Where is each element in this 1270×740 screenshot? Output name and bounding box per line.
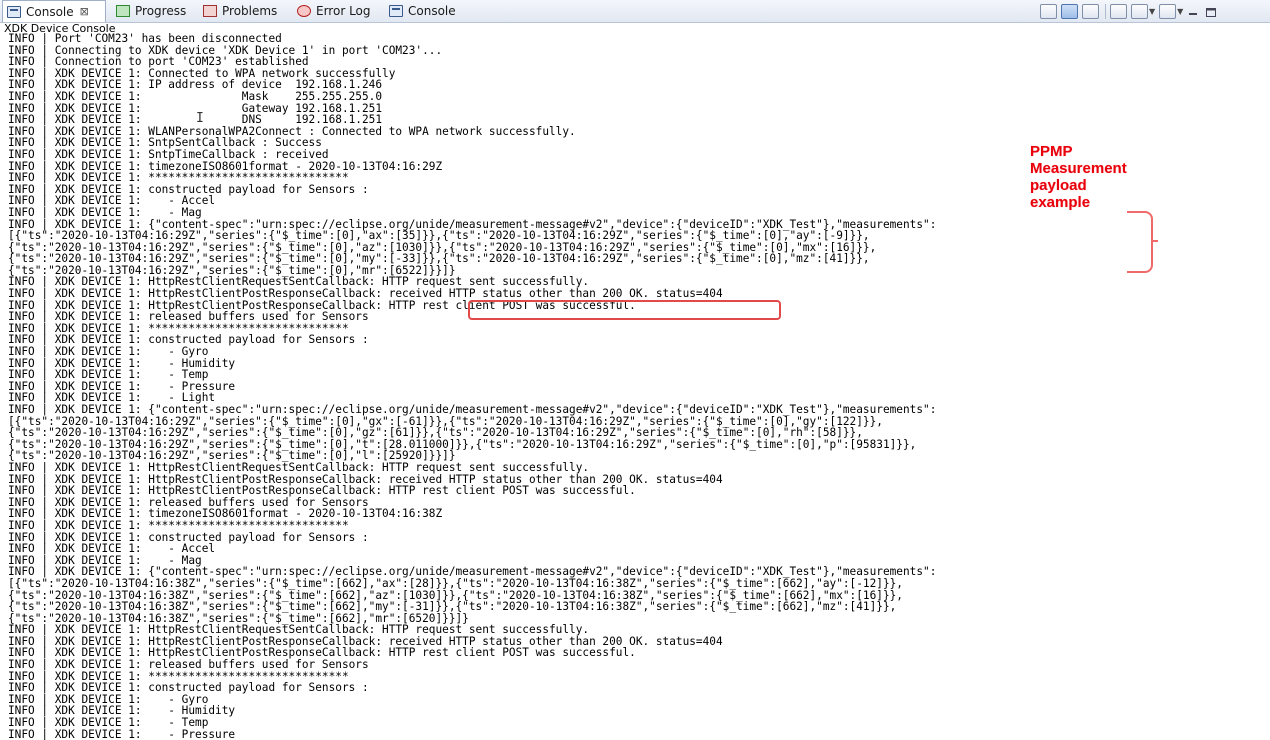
tab-label: Progress	[135, 4, 187, 18]
console-line: [{"ts":"2020-10-13T04:16:38Z","series":{…	[8, 576, 903, 590]
console-line: INFO | XDK DEVICE 1: HttpRestClientPostR…	[8, 287, 723, 301]
tab-console-2[interactable]: Console	[389, 0, 456, 22]
tab-error-log[interactable]: Error Log	[297, 0, 371, 22]
error-log-icon	[297, 5, 311, 17]
scroll-lock-icon[interactable]	[1061, 3, 1078, 19]
chevron-down-icon[interactable]: ▼	[1149, 7, 1155, 16]
view-toolbar: ▼ ▼	[1036, 2, 1219, 20]
tab-progress[interactable]: Progress	[116, 0, 186, 22]
console-icon	[389, 5, 403, 17]
word-wrap-icon[interactable]	[1082, 3, 1099, 19]
console-line: INFO | XDK DEVICE 1: {"content-spec":"ur…	[8, 403, 937, 416]
console-line: INFO | XDK DEVICE 1: HttpRestClientReque…	[8, 460, 590, 474]
tab-label: Console	[408, 4, 456, 18]
toolbar-separator	[1105, 3, 1106, 19]
open-console-icon[interactable]	[1159, 3, 1177, 19]
tab-console[interactable]: Console ⊠	[2, 0, 106, 22]
tab-label: Console	[26, 4, 74, 19]
clear-console-icon[interactable]	[1040, 3, 1057, 19]
text-cursor-icon: I	[196, 111, 204, 126]
minimize-icon[interactable]	[1187, 4, 1201, 19]
tab-label: Problems	[222, 4, 278, 18]
console-line: INFO | XDK DEVICE 1: - Gyro	[8, 345, 209, 359]
pin-console-icon[interactable]	[1110, 3, 1127, 19]
close-icon[interactable]: ⊠	[80, 5, 89, 18]
annotation-label: PPMP Measurement payload example	[1030, 143, 1127, 211]
console-line: INFO | Port 'COM23' has been disconnecte…	[8, 33, 282, 45]
console-line: INFO | XDK DEVICE 1: *******************…	[8, 518, 349, 532]
tab-label: Error Log	[316, 4, 371, 18]
console-line: INFO | XDK DEVICE 1: released buffers us…	[8, 658, 369, 672]
console-line: INFO | XDK DEVICE 1: - Accel	[8, 542, 216, 556]
progress-icon	[116, 5, 130, 17]
chevron-down-icon[interactable]: ▼	[1177, 7, 1183, 16]
console-line: INFO | XDK DEVICE 1: HttpRestClientPostR…	[8, 484, 636, 498]
console-line: INFO | XDK DEVICE 1: - Pressure	[8, 727, 236, 740]
view-tab-bar: Console ⊠ Progress Problems Error Log Co…	[0, 0, 1270, 23]
maximize-icon[interactable]	[1205, 4, 1219, 19]
annotation-highlight-box	[468, 300, 781, 320]
problems-icon	[203, 5, 217, 17]
display-selected-console-icon[interactable]	[1131, 3, 1148, 19]
console-line: INFO | XDK DEVICE 1: Mask 255.255.255.0	[8, 89, 383, 103]
annotation-bracket	[1127, 211, 1158, 273]
console-output[interactable]: INFO | Port 'COM23' has been disconnecte…	[8, 33, 1270, 740]
console-line: {"ts":"2020-10-13T04:16:38Z","series":{"…	[8, 600, 897, 614]
tab-problems[interactable]: Problems	[203, 0, 277, 22]
console-line: INFO | XDK DEVICE 1: - Temp	[8, 716, 209, 730]
console-line: [{"ts":"2020-10-13T04:16:29Z","series":{…	[8, 229, 870, 243]
console-icon	[7, 5, 21, 18]
